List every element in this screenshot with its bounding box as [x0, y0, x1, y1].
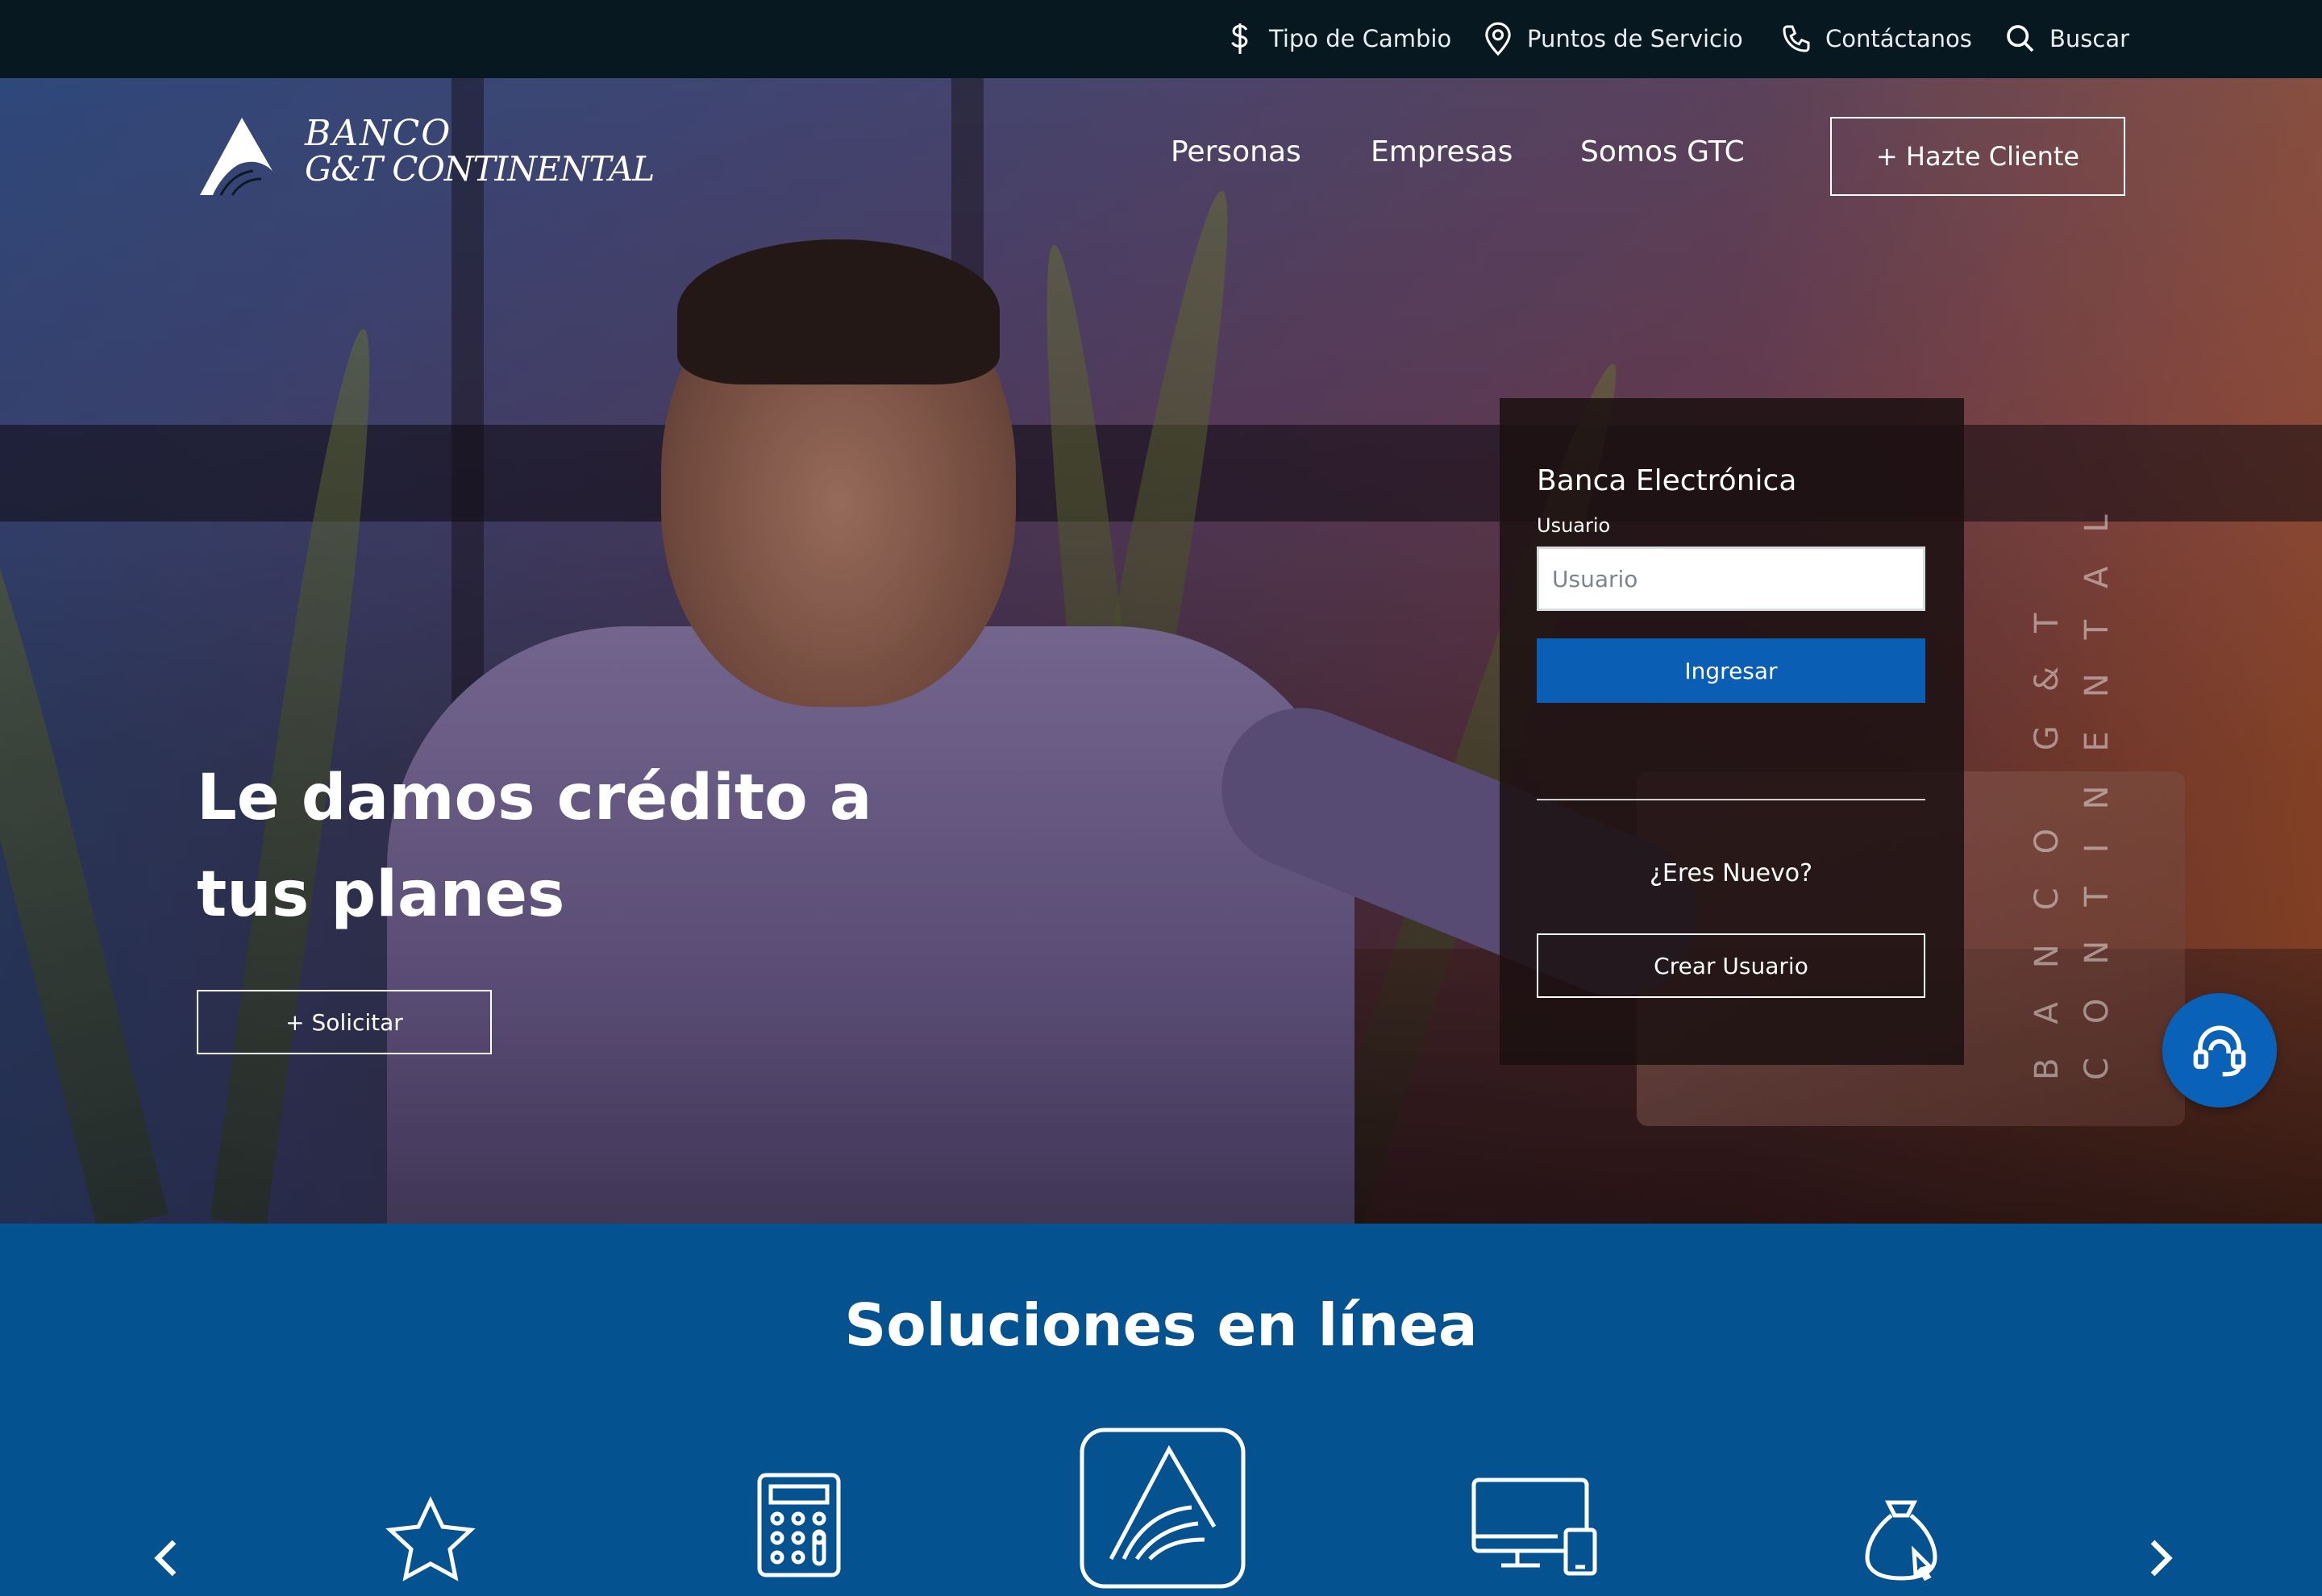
phone-icon: [1783, 25, 1810, 52]
devices-icon[interactable]: [1469, 1475, 1600, 1577]
nav-somos-gtc[interactable]: Somos GTC: [1580, 135, 1745, 168]
headset-icon: [2193, 1025, 2246, 1077]
money-bag-icon[interactable]: [1862, 1496, 1940, 1583]
contact-label: Contáctanos: [1825, 25, 1972, 52]
create-user-button[interactable]: Crear Usuario: [1537, 933, 1925, 998]
support-chat-button[interactable]: [2162, 993, 2277, 1108]
star-icon[interactable]: [385, 1496, 476, 1583]
login-button[interactable]: Ingresar: [1537, 638, 1925, 703]
new-user-prompt: ¿Eres Nuevo?: [1649, 859, 1813, 887]
nav-empresas[interactable]: Empresas: [1371, 135, 1513, 168]
search-icon: [2007, 25, 2034, 52]
hero-headline: Le damos crédito a tus planes: [197, 750, 922, 943]
bank-logo[interactable]: BANCO G&T CONTINENTAL: [197, 114, 680, 203]
nav-personas[interactable]: Personas: [1171, 135, 1301, 168]
service-points-label: Puntos de Servicio: [1527, 25, 1743, 52]
apply-button[interactable]: + Solicitar: [197, 990, 492, 1054]
hero-headline-line-1: Le damos crédito a: [197, 762, 872, 834]
search-link[interactable]: Buscar: [2004, 16, 2129, 61]
hero-headline-line-2: tus planes: [197, 858, 565, 931]
divider: [1537, 799, 1925, 800]
username-input[interactable]: [1537, 547, 1925, 611]
location-pin-icon: [1485, 22, 1511, 56]
online-banking-title: Banca Electrónica: [1537, 464, 1797, 497]
brand-line-2: G&T CONTINENTAL: [305, 149, 655, 189]
brand-line-1: BANCO: [305, 113, 452, 154]
calculator-icon[interactable]: [755, 1470, 843, 1580]
gtc-app-icon[interactable]: [1079, 1427, 1246, 1590]
dollar-icon: [1231, 23, 1248, 54]
online-banking-panel: Banca Electrónica Usuario Ingresar ¿Eres…: [1500, 398, 1964, 1065]
online-solutions-section: Soluciones en línea: [0, 1224, 2322, 1596]
watermark-text-2: CONTINENTAL: [2079, 480, 2116, 1080]
contact-link[interactable]: Contáctanos: [1780, 16, 1972, 61]
watermark-text-1: BANCO G&T: [2029, 579, 2066, 1080]
chevron-right-icon[interactable]: [2145, 1538, 2177, 1578]
utility-bar: Tipo de Cambio Puntos de Servicio Contác…: [0, 0, 2322, 78]
online-solutions-title: Soluciones en línea: [844, 1291, 1478, 1359]
exchange-rate-label: Tipo de Cambio: [1269, 25, 1452, 52]
become-client-button[interactable]: + Hazte Cliente: [1830, 117, 2125, 196]
exchange-rate-link[interactable]: Tipo de Cambio: [1224, 16, 1451, 61]
search-label: Buscar: [2049, 25, 2130, 52]
gtc-logo-icon: [200, 118, 273, 196]
chevron-left-icon[interactable]: [150, 1538, 182, 1578]
service-points-link[interactable]: Puntos de Servicio: [1482, 16, 1743, 61]
username-label: Usuario: [1537, 514, 1611, 537]
